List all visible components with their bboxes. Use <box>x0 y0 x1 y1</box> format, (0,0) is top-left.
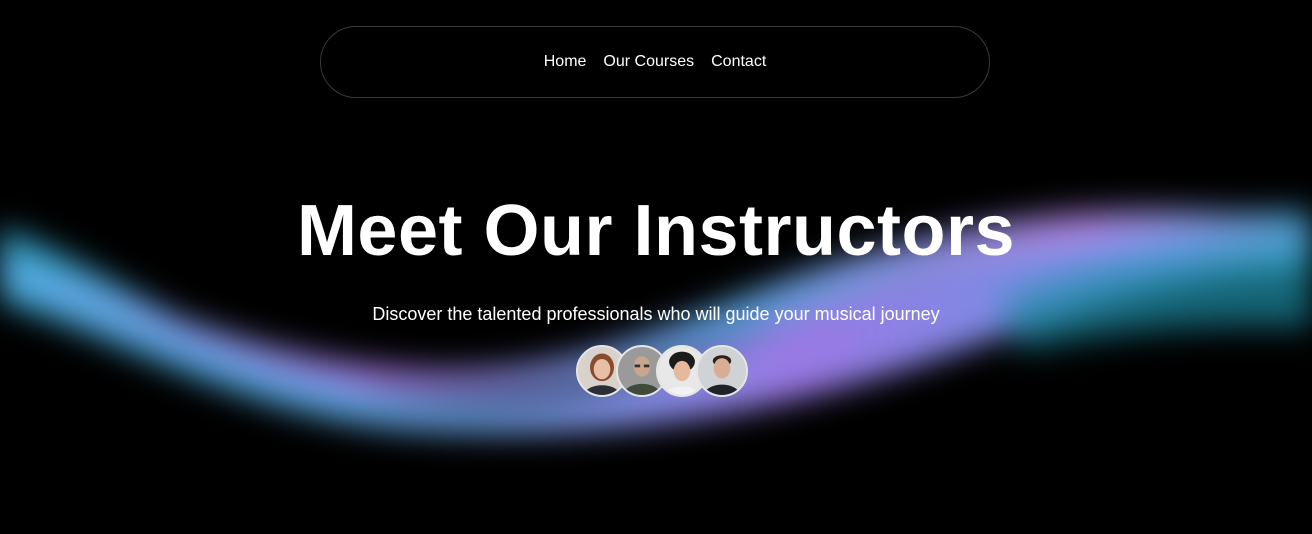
nav-link-home[interactable]: Home <box>544 53 587 71</box>
young-man-portrait-icon <box>698 347 746 395</box>
top-navigation: Home Our Courses Contact <box>320 26 990 98</box>
hero-section: Home Our Courses Contact Meet Our Instru… <box>0 0 1312 534</box>
instructor-avatar-4[interactable] <box>696 345 748 397</box>
instructor-avatar-group <box>576 345 748 397</box>
nav-link-our-courses[interactable]: Our Courses <box>603 53 694 71</box>
page-subtitle: Discover the talented professionals who … <box>372 304 940 324</box>
page-title: Meet Our Instructors <box>296 191 1016 271</box>
nav-link-contact[interactable]: Contact <box>711 53 766 71</box>
